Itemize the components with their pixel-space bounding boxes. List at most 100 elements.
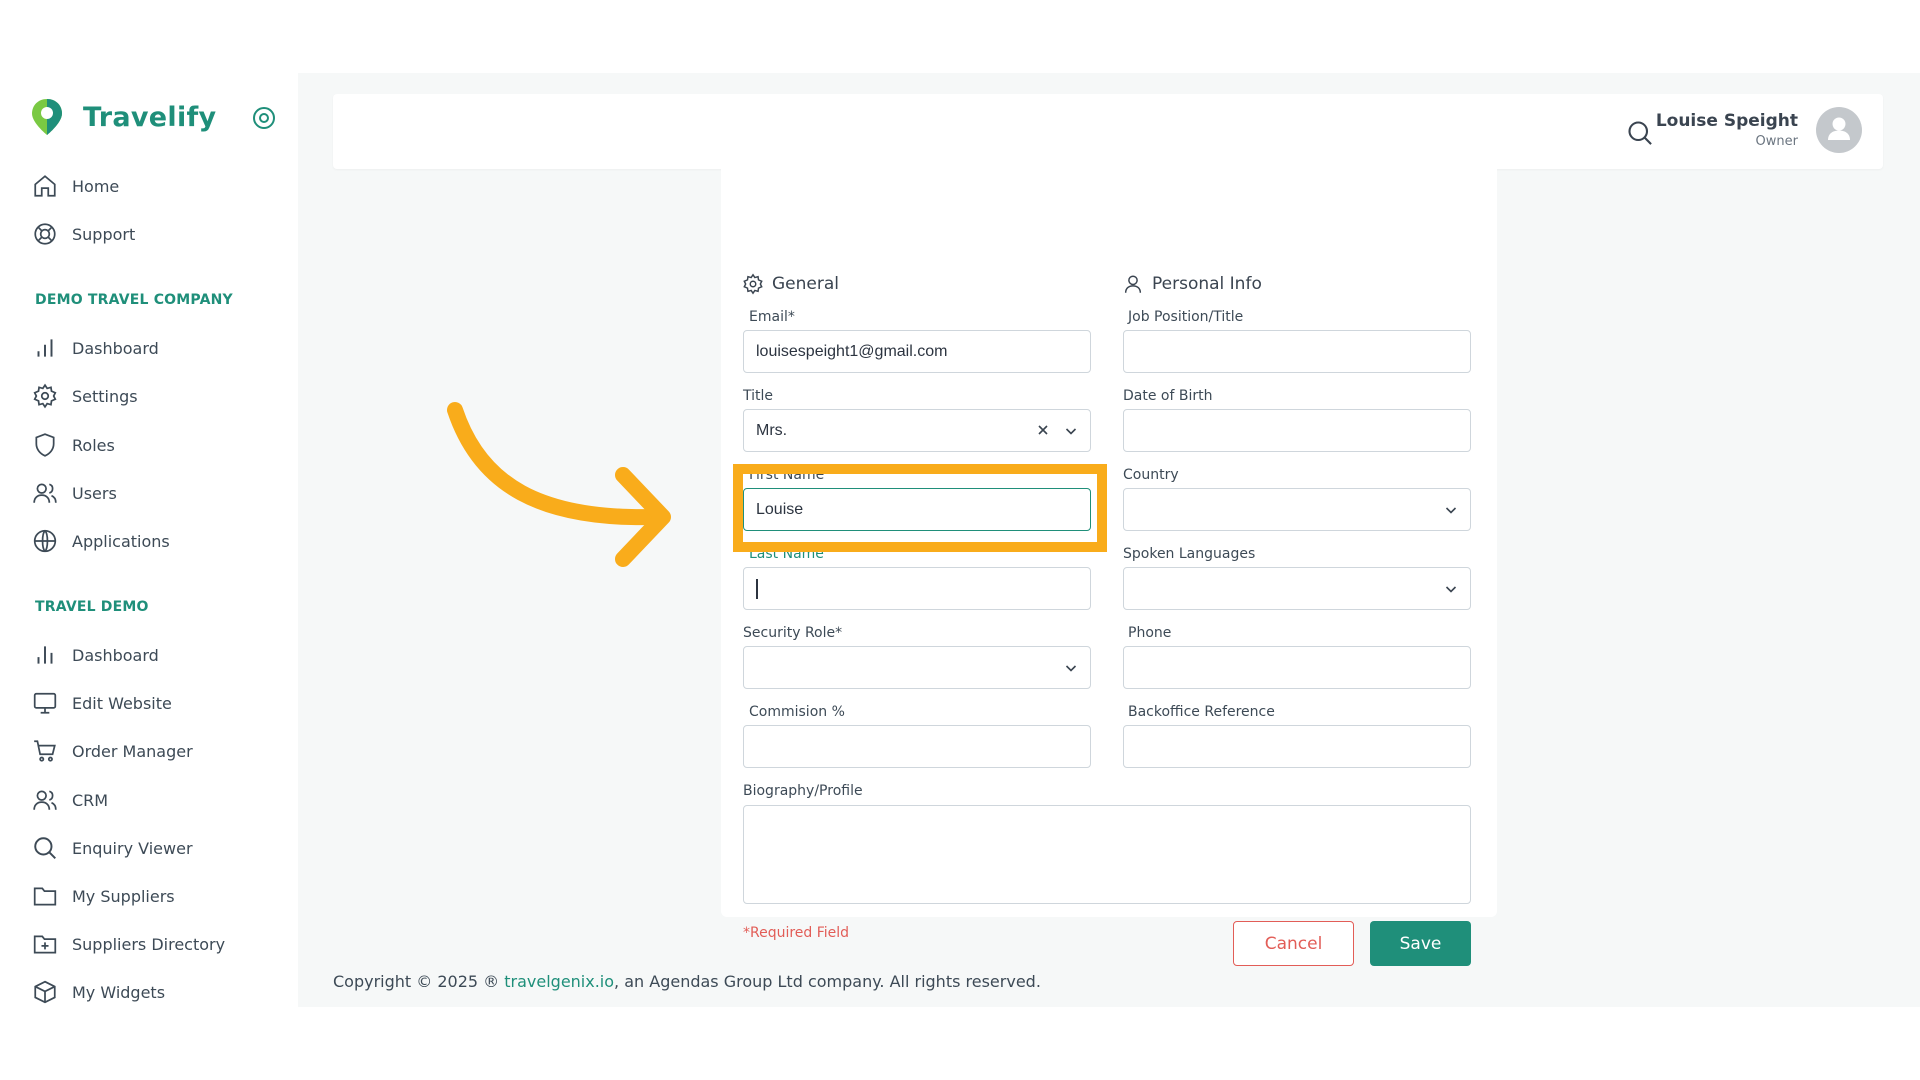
phone-field[interactable] <box>1123 646 1471 689</box>
home-icon <box>34 175 56 197</box>
arrow-annotation-icon <box>447 402 671 567</box>
sidebar-item-label: Roles <box>72 435 115 455</box>
highlight-box <box>733 464 1107 552</box>
dob-field[interactable] <box>1123 409 1471 452</box>
chevron-down-icon <box>1445 586 1457 593</box>
sidebar-item-label: Home <box>72 176 120 196</box>
globe-icon <box>33 529 57 553</box>
commission-label: Commision % <box>749 704 845 720</box>
title-label: Title <box>743 388 774 404</box>
text-cursor <box>756 578 758 599</box>
sidebar-item-my-widgets[interactable]: My Widgets <box>32 972 165 1012</box>
footer: Copyright © 2025 ® travelgenix.io, an Ag… <box>333 972 1041 991</box>
sidebar-item-label: Suppliers Directory <box>72 934 226 954</box>
user-name[interactable]: Louise Speight <box>1656 111 1798 131</box>
sidebar-item-label: Edit Website <box>72 693 172 713</box>
sidebar-item-label: Support <box>72 224 136 244</box>
dob-label: Date of Birth <box>1123 388 1213 404</box>
sidebar-item-my-suppliers[interactable]: My Suppliers <box>32 876 175 916</box>
spoken-languages-select[interactable] <box>1123 567 1471 610</box>
email-field[interactable]: louisespeight1@gmail.com <box>743 330 1091 373</box>
avatar[interactable] <box>1816 107 1862 153</box>
sidebar-item-roles[interactable]: Roles <box>32 425 115 465</box>
country-select[interactable] <box>1123 488 1471 531</box>
general-section-header: General <box>742 273 839 295</box>
job-position-field[interactable] <box>1123 330 1471 373</box>
user-avatar-icon <box>1828 117 1850 140</box>
user-icon <box>1124 275 1142 293</box>
sidebar-item-label: Applications <box>72 531 170 551</box>
sidebar-item-label: Order Manager <box>72 741 193 761</box>
sidebar: Travelify Home Support DEMO TRAVEL COMPA… <box>0 73 298 1007</box>
sidebar-item-enquiry-viewer[interactable]: Enquiry Viewer <box>32 828 193 868</box>
last-name-field[interactable] <box>743 567 1091 610</box>
biography-label: Biography/Profile <box>743 783 863 799</box>
sidebar-item-applications[interactable]: Applications <box>32 521 170 561</box>
sidebar-item-label: Dashboard <box>72 645 159 665</box>
security-role-select[interactable] <box>743 646 1091 689</box>
sidebar-item-dashboard[interactable]: Dashboard <box>32 328 159 368</box>
job-position-label: Job Position/Title <box>1128 309 1244 325</box>
sidebar-toggle-icon[interactable] <box>252 106 276 130</box>
chevron-down-icon <box>1065 665 1077 672</box>
personal-info-section-header: Personal Info <box>1122 273 1262 295</box>
country-label: Country <box>1123 467 1179 483</box>
section-title-demo-travel-company: DEMO TRAVEL COMPANY <box>35 292 233 308</box>
bar-chart-icon <box>37 339 53 357</box>
cube-icon <box>34 980 56 1004</box>
folder-icon <box>33 887 57 906</box>
title-value: Mrs. <box>756 421 788 439</box>
spoken-languages-label: Spoken Languages <box>1123 546 1256 562</box>
logo-pin-icon <box>32 99 62 135</box>
general-section-title: General <box>772 274 839 294</box>
sidebar-item-settings[interactable]: Settings <box>32 376 138 416</box>
title-select[interactable]: Mrs. <box>743 409 1091 452</box>
users-icon <box>33 483 57 503</box>
commission-field[interactable] <box>743 725 1091 768</box>
sidebar-item-label: Enquiry Viewer <box>72 838 193 858</box>
footer-link[interactable]: travelgenix.io <box>504 972 614 991</box>
sidebar-item-label: Dashboard <box>72 338 159 358</box>
sidebar-item-label: CRM <box>72 790 109 810</box>
monitor-icon <box>33 692 57 714</box>
backoffice-reference-field[interactable] <box>1123 725 1471 768</box>
sidebar-item-edit-website[interactable]: Edit Website <box>32 683 172 723</box>
sidebar-item-label: My Widgets <box>72 982 166 1002</box>
phone-label: Phone <box>1128 625 1172 641</box>
email-value: louisespeight1@gmail.com <box>756 342 948 360</box>
clear-icon[interactable] <box>1036 423 1050 437</box>
top-bar: Louise Speight Owner <box>333 94 1883 169</box>
email-label: Email* <box>749 309 795 325</box>
save-button[interactable]: Save <box>1370 921 1471 966</box>
shield-icon <box>35 433 55 457</box>
section-title-travel-demo: TRAVEL DEMO <box>35 599 149 615</box>
search-icon[interactable] <box>1626 119 1654 147</box>
brand-logo[interactable]: Travelify <box>29 97 216 137</box>
sidebar-item-support[interactable]: Support <box>32 214 135 254</box>
bar-chart-icon <box>37 646 53 664</box>
sidebar-item-dashboard-2[interactable]: Dashboard <box>32 635 159 675</box>
biography-textarea[interactable] <box>743 805 1471 904</box>
sidebar-item-order-manager[interactable]: Order Manager <box>32 731 193 771</box>
users-icon <box>33 790 57 810</box>
footer-prefix: Copyright © 2025 ® <box>333 972 505 991</box>
user-role: Owner <box>1755 134 1798 149</box>
sidebar-item-home[interactable]: Home <box>32 166 119 206</box>
sidebar-item-label: Users <box>72 483 117 503</box>
chevron-down-icon <box>1445 507 1457 514</box>
required-field-note: *Required Field <box>743 925 850 941</box>
sidebar-item-label: Settings <box>72 386 138 406</box>
gear-icon <box>743 273 763 295</box>
search-icon <box>34 837 56 859</box>
sidebar-item-crm[interactable]: CRM <box>32 780 108 820</box>
sidebar-item-suppliers-directory[interactable]: Suppliers Directory <box>32 924 225 964</box>
sidebar-item-users[interactable]: Users <box>32 473 117 513</box>
brand-name: Travelify <box>83 101 217 133</box>
sidebar-item-label: My Suppliers <box>72 886 175 906</box>
security-role-label: Security Role* <box>743 625 843 641</box>
cancel-button[interactable]: Cancel <box>1233 921 1354 966</box>
lifebuoy-icon <box>34 223 56 245</box>
folder-plus-icon <box>33 935 57 954</box>
footer-suffix: , an Agendas Group Ltd company. All righ… <box>614 972 1041 991</box>
gear-icon <box>33 383 57 409</box>
